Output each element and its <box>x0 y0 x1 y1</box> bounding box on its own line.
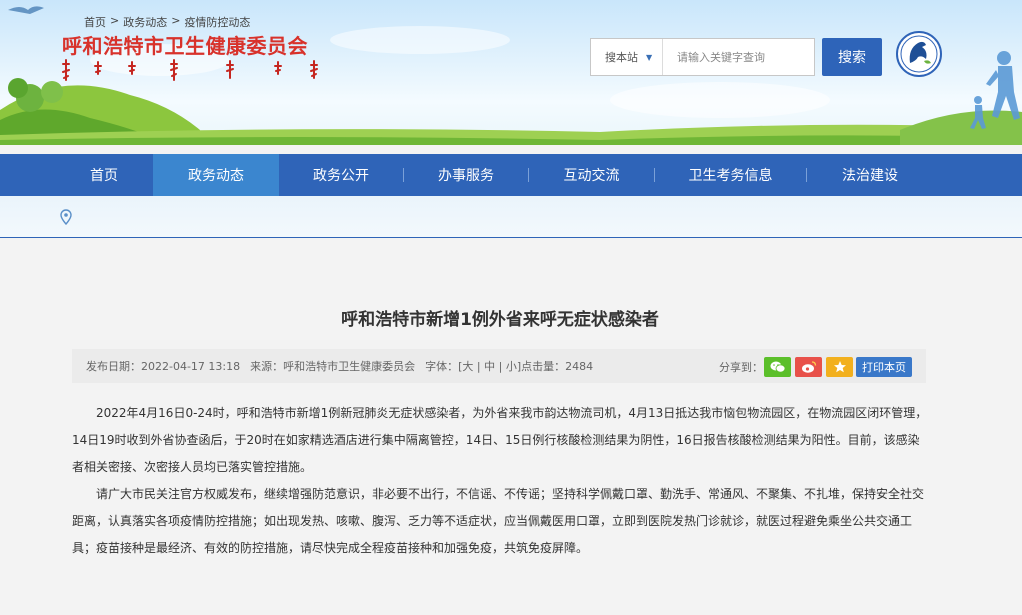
emblem-logo-icon[interactable] <box>896 31 942 77</box>
wechat-icon <box>770 361 785 373</box>
nav-item-services[interactable]: 办事服务 <box>404 154 528 196</box>
nav-item-news[interactable]: 政务动态 <box>153 154 279 196</box>
article-paragraph: 2022年4月16日0-24时，呼和浩特市新增1例新冠肺炎无症状感染者，为外省来… <box>72 406 928 474</box>
weibo-icon <box>801 361 816 373</box>
click-count: 点击量：2484 <box>521 360 594 373</box>
star-icon <box>833 361 846 373</box>
nav-item-exam-info[interactable]: 卫生考务信息 <box>655 154 806 196</box>
breadcrumb-separator: > <box>171 14 181 27</box>
publish-date: 发布日期：2022-04-17 13:18 <box>86 360 241 373</box>
breadcrumb-separator: > <box>110 14 120 27</box>
article-title: 呼和浩特市新增1例外省来呼无症状感染者 <box>341 310 659 330</box>
article-source: 来源：呼和浩特市卫生健康委员会 <box>250 360 416 373</box>
share-label: 分享到： <box>719 361 763 374</box>
breadcrumb: 首页 > 政务动态 > 疫情防控动态 <box>84 14 250 30</box>
print-page-button[interactable]: 打印本页 <box>856 357 912 377</box>
breadcrumb-current[interactable]: 疫情防控动态 <box>184 14 250 30</box>
nav-item-home[interactable]: 首页 <box>55 154 153 196</box>
share-weibo-button[interactable] <box>795 357 822 377</box>
search-scope-label: 搜本站 <box>605 51 638 64</box>
breadcrumb-bar <box>0 196 1022 238</box>
main-nav: 首页 政务动态 政务公开 办事服务 互动交流 卫生考务信息 法治建设 <box>0 154 1022 196</box>
breadcrumb-home[interactable]: 首页 <box>84 14 106 30</box>
chevron-down-icon: ▼ <box>646 52 653 62</box>
location-pin-icon <box>60 209 72 225</box>
mongolian-script-logo <box>62 59 318 81</box>
breadcrumb-news[interactable]: 政务动态 <box>123 14 167 30</box>
search-button[interactable]: 搜索 <box>822 38 882 76</box>
article-paragraph: 请广大市民关注官方权威发布，继续增强防范意识，非必要不出行，不信谣、不传谣；坚持… <box>72 487 925 555</box>
search-box: 搜本站 ▼ <box>590 38 815 76</box>
share-favorite-button[interactable] <box>826 357 853 377</box>
share-wechat-button[interactable] <box>764 357 791 377</box>
nav-item-disclosure[interactable]: 政务公开 <box>279 154 403 196</box>
nav-item-rule-of-law[interactable]: 法治建设 <box>807 154 933 196</box>
search-input[interactable] <box>663 39 814 75</box>
font-size-switch[interactable]: 字体：[大 | 中 | 小]点击量：2484 <box>425 358 593 374</box>
site-title[interactable]: 呼和浩特市卫生健康委员会 <box>62 30 308 59</box>
search-scope-select[interactable]: 搜本站 ▼ <box>591 39 663 75</box>
nav-item-interaction[interactable]: 互动交流 <box>529 154 654 196</box>
